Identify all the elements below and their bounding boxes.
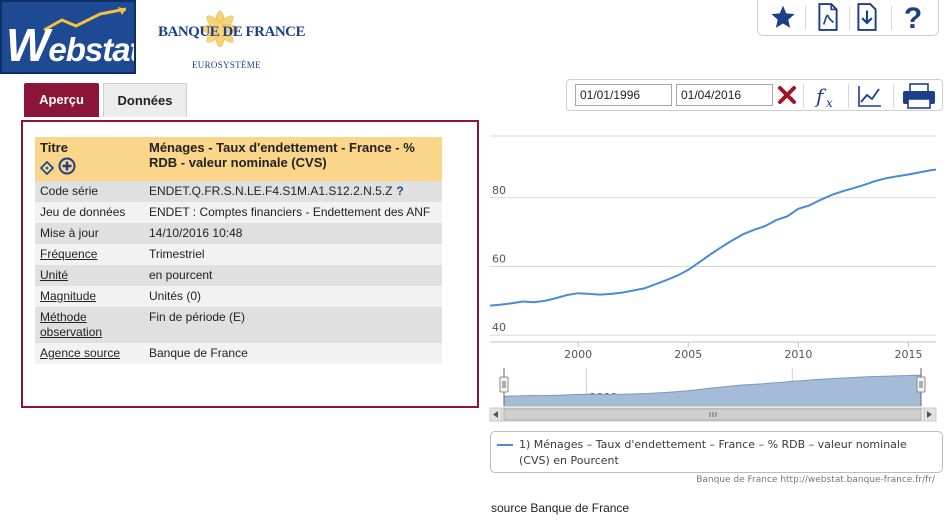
navigator-scrollbar[interactable] [489, 407, 937, 422]
row-key: Code série [35, 181, 144, 202]
table-row: Magnitude Unités (0) [35, 286, 442, 307]
chart-legend[interactable]: 1) Ménages – Taux d'endettement – France… [490, 431, 943, 473]
series-code: ENDET.Q.FR.S.N.LE.F4.S1M.A1.S12.2.N.5.Z [149, 184, 393, 198]
series-code-help-icon[interactable]: ? [396, 184, 403, 198]
table-row: Jeu de données ENDET : Comptes financier… [35, 202, 442, 223]
navigator[interactable]: 20002010 [499, 368, 926, 407]
svg-text:x: x [826, 96, 833, 109]
x-tick-label: 2015 [894, 348, 922, 361]
pdf-export-button[interactable] [807, 0, 849, 34]
row-value: Fin de période (E) [144, 307, 442, 343]
chart-controls: f x [566, 79, 943, 111]
help-icon: ? [904, 2, 922, 32]
source-note: source Banque de France [491, 501, 630, 515]
x-tick-label: 2000 [564, 348, 592, 361]
table-row: Fréquence Trimestriel [35, 244, 442, 265]
tab-donnees[interactable]: Données [103, 83, 187, 117]
top-toolbar: ? [757, 0, 939, 36]
line-chart-icon[interactable] [857, 84, 883, 108]
chart-credit[interactable]: Banque de France http://webstat.banque-f… [600, 475, 935, 485]
bdf-subtitle: EUROSYSTÈME [192, 60, 261, 70]
pdf-icon [818, 3, 838, 31]
x-axis-labels: 2000 2005 2010 2015 [564, 348, 922, 361]
title-label: Titre [40, 140, 68, 155]
download-button[interactable] [846, 0, 888, 34]
row-value: ENDET : Comptes financiers - Endettement… [144, 202, 442, 223]
table-row: Agence source Banque de France [35, 343, 442, 364]
row-value: Trimestriel [144, 244, 442, 265]
row-value: Unités (0) [144, 286, 442, 307]
series-info-table: Titre Ménages - Taux d'endettement - Fra… [35, 137, 442, 364]
y-tick-label: 60 [492, 252, 506, 265]
locate-icon[interactable] [39, 160, 55, 176]
row-key-link[interactable]: Agence source [35, 343, 144, 364]
row-value: Banque de France [144, 343, 442, 364]
row-key-link[interactable]: Magnitude [35, 286, 144, 307]
svg-text:?: ? [904, 2, 922, 32]
start-date-input[interactable] [575, 84, 672, 106]
add-series-icon[interactable] [58, 157, 76, 175]
x-tick-label: 2010 [784, 348, 812, 361]
help-button[interactable]: ? [892, 0, 934, 34]
row-key: Mise à jour [35, 223, 144, 244]
favorite-button[interactable] [762, 0, 804, 34]
row-key-link[interactable]: Fréquence [35, 244, 144, 265]
webstat-logo[interactable]: Webstat [0, 0, 136, 74]
formula-icon[interactable]: f x [813, 83, 839, 109]
line-chart: 40 60 80 2000 2005 2010 2015 20002010 [489, 135, 937, 422]
row-value: 14/10/2016 10:48 [144, 223, 442, 244]
bdf-name: BANQUE DE FRANCE [158, 24, 306, 40]
legend-line-icon [497, 444, 513, 446]
row-key: Jeu de données [35, 202, 144, 223]
star-icon [771, 5, 795, 28]
y-axis-labels: 40 60 80 [492, 184, 506, 334]
print-icon[interactable] [902, 83, 936, 109]
x-tick-label: 2005 [674, 348, 702, 361]
banque-de-france-logo: BANQUE DE FRANCE EUROSYSTÈME [150, 4, 306, 72]
title-row: Titre Ménages - Taux d'endettement - Fra… [35, 137, 442, 181]
table-row: Code série ENDET.Q.FR.S.N.LE.F4.S1M.A1.S… [35, 181, 442, 202]
title-value: Ménages - Taux d'endettement - France - … [144, 137, 442, 181]
table-row: Unité en pourcent [35, 265, 442, 286]
row-key-link[interactable]: Méthode observation [35, 307, 144, 343]
row-key-link[interactable]: Unité [35, 265, 144, 286]
webstat-logo-text: Webstat [6, 19, 136, 71]
row-value: en pourcent [144, 265, 442, 286]
grid-layer [490, 135, 936, 347]
end-date-input[interactable] [676, 84, 773, 106]
legend-text: 1) Ménages – Taux d'endettement – France… [519, 438, 907, 467]
table-row: Méthode observation Fin de période (E) [35, 307, 442, 343]
y-tick-label: 40 [492, 321, 506, 334]
clear-dates-icon[interactable] [777, 85, 797, 105]
tab-apercu[interactable]: Aperçu [24, 83, 99, 117]
y-tick-label: 80 [492, 184, 506, 197]
series-line [489, 168, 937, 307]
row-value: ENDET.Q.FR.S.N.LE.F4.S1M.A1.S12.2.N.5.Z? [144, 181, 442, 202]
series-info-panel: Titre Ménages - Taux d'endettement - Fra… [21, 120, 479, 408]
download-icon [857, 3, 877, 31]
table-row: Mise à jour 14/10/2016 10:48 [35, 223, 442, 244]
